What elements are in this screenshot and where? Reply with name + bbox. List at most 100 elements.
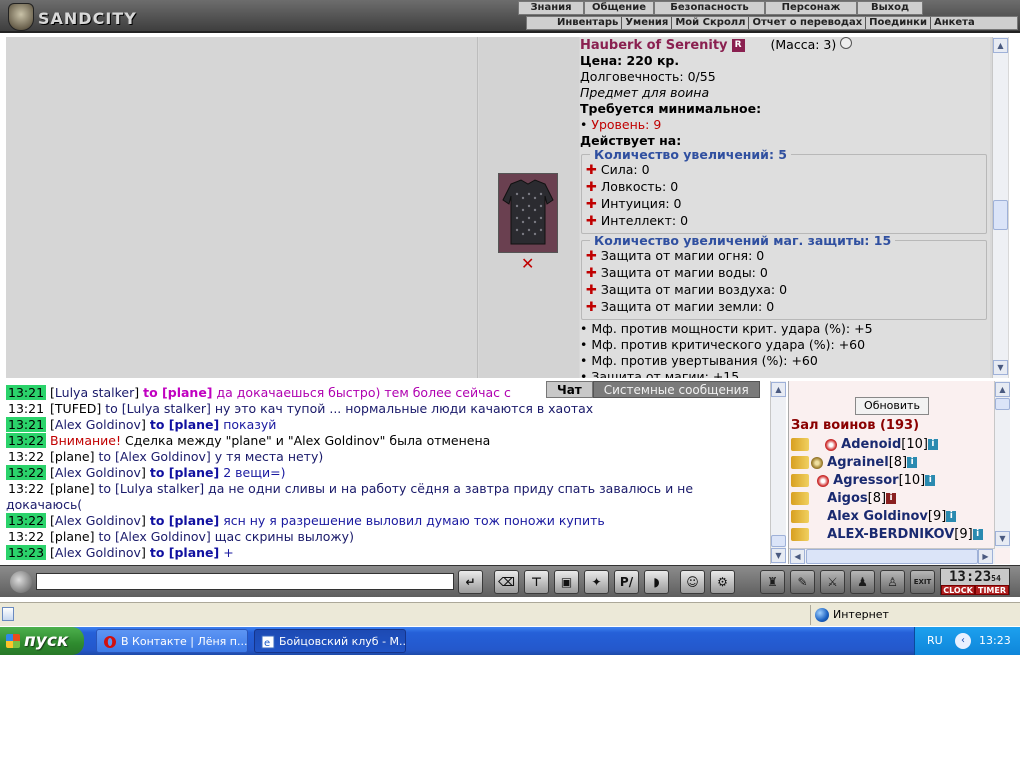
fight-icon[interactable]: ⚔ <box>820 570 845 594</box>
start-button[interactable]: пуск <box>0 627 84 655</box>
player-name[interactable]: Aigos <box>827 491 868 506</box>
submenu-inventory[interactable]: Инвентарь <box>527 17 623 29</box>
player-info-icon[interactable]: i <box>927 439 938 450</box>
clan-icon[interactable] <box>817 474 829 487</box>
tab-system-messages[interactable]: Системные сообщения <box>592 381 760 398</box>
submenu-my-scroll[interactable]: Мой Скролл <box>672 17 750 29</box>
scroll-map-icon[interactable]: ✎ <box>790 570 815 594</box>
chat-recipient[interactable]: to [plane] <box>150 545 219 560</box>
player-name[interactable]: Agressor <box>833 473 898 488</box>
bag-icon[interactable]: ♜ <box>760 570 785 594</box>
player-info-icon[interactable]: i <box>972 529 983 540</box>
clan-icon[interactable] <box>811 456 823 469</box>
chat-nick[interactable]: Alex Goldinov <box>55 417 141 432</box>
scroll-down-icon[interactable]: ▼ <box>995 531 1010 546</box>
scroll-up-icon[interactable]: ▲ <box>771 382 786 397</box>
menu-character[interactable]: Персонаж <box>765 1 857 15</box>
chat-recipient[interactable]: to [plane] <box>150 465 219 480</box>
players-scrollbar[interactable]: ▲ ▼ <box>994 381 1010 548</box>
chat-timestamp[interactable]: 13:23 <box>6 545 47 560</box>
task-vkontakte[interactable]: В Контакте | Лёня п... <box>96 629 248 653</box>
scroll-right-icon[interactable]: ▶ <box>978 549 993 564</box>
chat-timestamp[interactable]: 13:21 <box>6 401 46 416</box>
chat-timestamp[interactable]: 13:21 <box>6 385 47 400</box>
tab-chat[interactable]: Чат <box>546 381 593 398</box>
hauberk-item-image[interactable] <box>498 173 558 253</box>
chat-timestamp[interactable]: 13:22 <box>6 465 47 480</box>
chat-timestamp[interactable]: 13:22 <box>6 529 46 544</box>
filter-icon[interactable]: ⊤ <box>524 570 549 594</box>
player-name[interactable]: ALEX-BERDNIKOV <box>827 527 954 542</box>
chat-nick[interactable]: plane <box>55 529 90 544</box>
clock-label[interactable]: CLOCK <box>941 585 975 595</box>
chat-timestamp[interactable]: 13:22 <box>6 481 46 496</box>
chat-timestamp[interactable]: 13:22 <box>6 433 47 448</box>
player-name[interactable]: Adenoid <box>841 437 901 452</box>
submenu-transfer-report[interactable]: Отчет о переводах <box>749 17 867 29</box>
game-logo[interactable]: SANDCITY <box>6 3 156 31</box>
players-hscrollbar[interactable]: ◀ ▶ <box>789 548 995 564</box>
scroll-down-icon[interactable]: ▼ <box>771 548 786 563</box>
item-name[interactable]: Hauberk of Serenity <box>580 38 728 53</box>
refresh-button[interactable]: Обновить <box>855 397 929 415</box>
chat-input[interactable] <box>36 573 454 590</box>
exit-icon[interactable]: EXIT <box>910 570 935 594</box>
private-message-icon[interactable] <box>791 510 809 523</box>
walk-icon[interactable]: ✦ <box>584 570 609 594</box>
player-info-icon[interactable]: i <box>886 493 897 504</box>
people-icon[interactable]: ♙ <box>880 570 905 594</box>
task-fight-club[interactable]: e Бойцовский клуб - М... <box>254 629 406 653</box>
chat-nick[interactable]: TUFED <box>55 401 97 416</box>
private-message-icon[interactable] <box>791 438 809 451</box>
scroll-up-icon[interactable]: ▲ <box>993 38 1008 53</box>
smiley-icon[interactable]: ☺ <box>680 570 705 594</box>
player-info-icon[interactable]: i <box>946 511 957 522</box>
language-indicator[interactable]: RU <box>927 627 943 655</box>
translit-icon[interactable]: P/ <box>614 570 639 594</box>
chat-recipient[interactable]: to [plane] <box>143 385 212 400</box>
menu-knowledge[interactable]: Знания <box>518 1 584 15</box>
submenu-profile[interactable]: Анкета <box>931 17 978 29</box>
chat-nick[interactable]: Lulya stalker <box>55 385 134 400</box>
scroll-down-icon[interactable]: ▼ <box>993 360 1008 375</box>
settings-icon[interactable]: ⚙ <box>710 570 735 594</box>
chat-mode-icon[interactable] <box>10 571 32 593</box>
private-message-icon[interactable] <box>791 492 809 505</box>
player-info-icon[interactable]: i <box>907 457 918 468</box>
chat-scrollbar[interactable]: ▲ ▼ <box>770 381 786 564</box>
scroll-thumb[interactable] <box>995 398 1010 410</box>
chat-timestamp[interactable]: 13:22 <box>6 449 46 464</box>
private-message-icon[interactable] <box>791 456 809 469</box>
send-icon[interactable]: ↵ <box>458 570 483 594</box>
save-log-icon[interactable]: ▣ <box>554 570 579 594</box>
remove-item-icon[interactable]: ✕ <box>521 254 534 273</box>
chat-nick[interactable]: plane <box>55 481 90 496</box>
player-name[interactable]: Alex Goldinov <box>827 509 928 524</box>
eraser-icon[interactable]: ⌫ <box>494 570 519 594</box>
menu-exit[interactable]: Выход <box>857 1 923 15</box>
scroll-up-icon[interactable]: ▲ <box>995 382 1010 397</box>
submenu-skills[interactable]: Умения <box>622 17 673 29</box>
chat-nick[interactable]: Alex Goldinov <box>55 545 141 560</box>
chat-nick[interactable]: Alex Goldinov <box>55 465 141 480</box>
menu-security[interactable]: Безопасность <box>654 1 765 15</box>
player-info-icon[interactable]: i <box>925 475 936 486</box>
scroll-thumb[interactable] <box>771 535 786 547</box>
clan-icon[interactable] <box>825 438 837 451</box>
chat-recipient[interactable]: to [plane] <box>150 513 219 528</box>
info-scrollbar[interactable]: ▲ ▼ <box>992 37 1008 378</box>
submenu-fights[interactable]: Поединки <box>866 17 931 29</box>
scroll-thumb[interactable] <box>993 200 1008 230</box>
player-name[interactable]: Agrainel <box>827 455 889 470</box>
private-message-icon[interactable] <box>791 474 809 487</box>
chat-timestamp[interactable]: 13:22 <box>6 513 47 528</box>
chat-nick[interactable]: Alex Goldinov <box>55 513 141 528</box>
menu-communication[interactable]: Общение <box>584 1 654 15</box>
chat-nick[interactable]: plane <box>55 449 90 464</box>
chat-recipient[interactable]: to [plane] <box>150 417 219 432</box>
private-message-icon[interactable] <box>791 528 809 541</box>
sound-icon[interactable]: ◗ <box>644 570 669 594</box>
scroll-thumb[interactable] <box>806 549 978 564</box>
character-icon[interactable]: ♟ <box>850 570 875 594</box>
timer-label[interactable]: TIMER <box>975 585 1009 595</box>
